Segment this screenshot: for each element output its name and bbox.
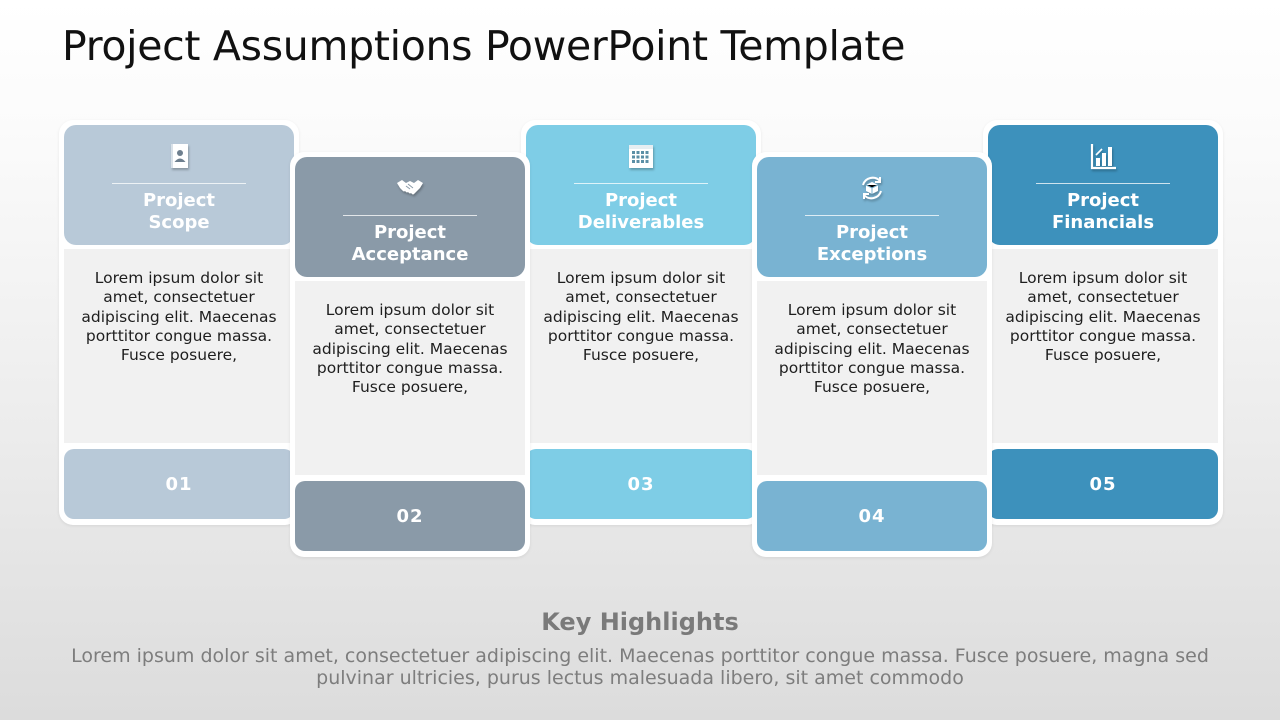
card-body-text: Lorem ipsum dolor sit amet, consectetuer… xyxy=(988,249,1218,443)
card-header: Project Scope xyxy=(64,125,294,245)
card-title: Project Scope xyxy=(143,190,215,234)
header-divider xyxy=(805,215,939,216)
card-title-line2: Exceptions xyxy=(816,244,928,265)
calendar-icon xyxy=(624,139,658,173)
card-body-text: Lorem ipsum dolor sit amet, consectetuer… xyxy=(295,281,525,475)
card-project-scope: Project Scope Lorem ipsum dolor sit amet… xyxy=(59,120,299,525)
card-body-text: Lorem ipsum dolor sit amet, consectetuer… xyxy=(64,249,294,443)
card-body-text: Lorem ipsum dolor sit amet, consectetuer… xyxy=(526,249,756,443)
bar-chart-icon xyxy=(1086,139,1120,173)
card-header: Project Acceptance xyxy=(295,157,525,277)
card-title: Project Financials xyxy=(1052,190,1154,234)
card-title-line1: Project xyxy=(835,222,909,243)
key-highlights-title: Key Highlights xyxy=(541,608,739,636)
key-highlights-text: Lorem ipsum dolor sit amet, consectetuer… xyxy=(71,645,1209,689)
card-title-line1: Project xyxy=(142,190,216,211)
card-title-line1: Project xyxy=(1066,190,1140,211)
profile-card-icon xyxy=(162,139,196,173)
card-number: 05 xyxy=(988,449,1218,519)
card-title-line1: Project xyxy=(373,222,447,243)
card-title-line2: Scope xyxy=(148,212,210,233)
header-divider xyxy=(343,215,477,216)
card-title: Project Deliverables xyxy=(578,190,704,234)
header-divider xyxy=(112,183,246,184)
card-title-line2: Acceptance xyxy=(351,244,469,265)
card-number: 02 xyxy=(295,481,525,551)
card-number: 03 xyxy=(526,449,756,519)
package-cycle-icon xyxy=(855,171,889,205)
card-project-exceptions: Project Exceptions Lorem ipsum dolor sit… xyxy=(752,152,992,557)
card-number: 01 xyxy=(64,449,294,519)
header-divider xyxy=(574,183,708,184)
header-divider xyxy=(1036,183,1170,184)
card-header: Project Exceptions xyxy=(757,157,987,277)
card-title-line2: Financials xyxy=(1051,212,1155,233)
handshake-icon xyxy=(393,171,427,205)
card-title-line1: Project xyxy=(604,190,678,211)
card-project-acceptance: Project Acceptance Lorem ipsum dolor sit… xyxy=(290,152,530,557)
card-project-financials: Project Financials Lorem ipsum dolor sit… xyxy=(983,120,1223,525)
card-header: Project Financials xyxy=(988,125,1218,245)
card-title: Project Acceptance xyxy=(352,222,469,266)
card-project-deliverables: Project Deliverables Lorem ipsum dolor s… xyxy=(521,120,761,525)
card-body-text: Lorem ipsum dolor sit amet, consectetuer… xyxy=(757,281,987,475)
card-title-line2: Deliverables xyxy=(577,212,705,233)
page-title: Project Assumptions PowerPoint Template xyxy=(62,22,906,70)
card-header: Project Deliverables xyxy=(526,125,756,245)
card-title: Project Exceptions xyxy=(817,222,927,266)
card-number: 04 xyxy=(757,481,987,551)
